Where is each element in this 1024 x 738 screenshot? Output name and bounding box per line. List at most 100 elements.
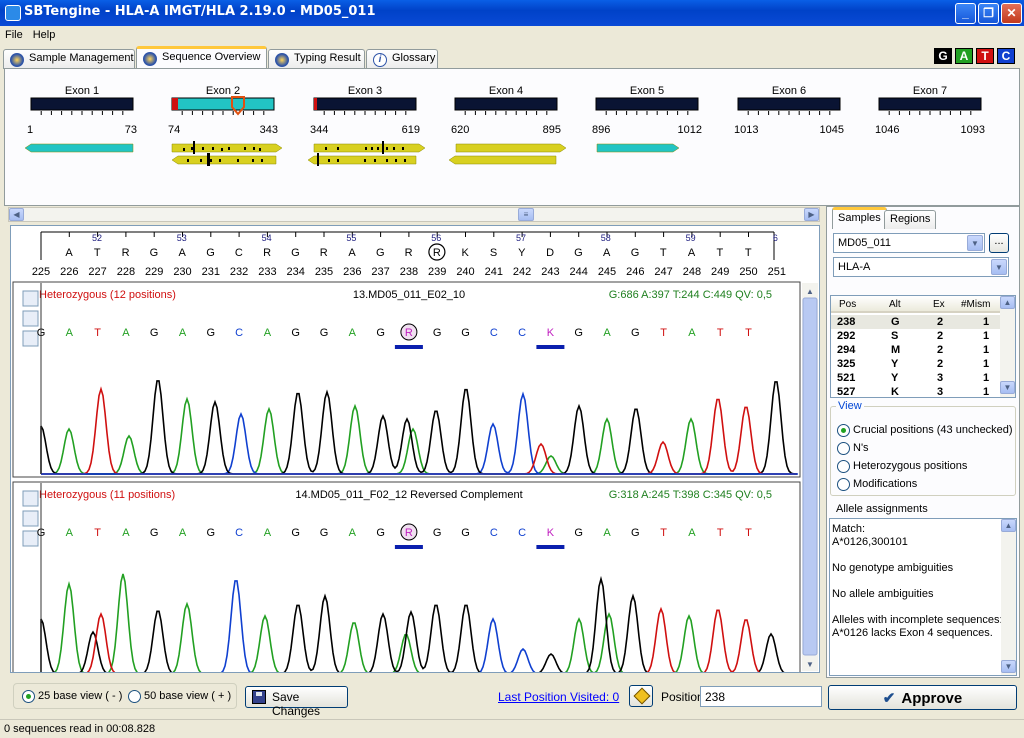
read-arrow[interactable] xyxy=(307,155,417,165)
base-call[interactable]: A xyxy=(66,327,74,339)
read-arrow[interactable] xyxy=(171,143,283,153)
base-call[interactable]: C xyxy=(518,327,526,339)
base-call[interactable]: G xyxy=(207,527,216,539)
consensus-base[interactable]: A xyxy=(348,247,356,259)
radio-ns[interactable] xyxy=(837,442,850,455)
consensus-base[interactable]: Y xyxy=(518,247,526,259)
exon-bar[interactable] xyxy=(313,97,417,111)
scroll-down-icon[interactable]: ▼ xyxy=(806,660,814,669)
base-call[interactable]: G xyxy=(433,527,442,539)
consensus-base[interactable]: G xyxy=(206,247,215,259)
tab-sequence-overview[interactable]: Sequence Overview xyxy=(136,46,267,69)
chromatogram-view[interactable]: 52 53 54 55 56 57 58 59 6 A T R G A G C R G R A G R R K S Y D G A G T A… xyxy=(11,226,819,678)
consensus-base[interactable]: G xyxy=(574,247,583,259)
consensus-base[interactable]: A xyxy=(603,247,611,259)
exon-bar[interactable] xyxy=(737,97,841,111)
scroll-down-button[interactable]: ▼ xyxy=(1000,381,1015,394)
consensus-base[interactable]: T xyxy=(745,247,752,259)
save-changes-button[interactable]: Save Changes xyxy=(245,686,348,718)
base-call[interactable]: A xyxy=(349,527,357,539)
zoom-icon[interactable] xyxy=(22,490,39,507)
base-call[interactable]: A xyxy=(264,327,272,339)
base-call[interactable]: G xyxy=(207,327,216,339)
consensus-base[interactable]: A xyxy=(688,247,696,259)
exon-bar[interactable] xyxy=(30,97,134,111)
consensus-base[interactable]: T xyxy=(660,247,667,259)
minimize-button[interactable]: _ xyxy=(955,3,976,24)
base-call[interactable]: R xyxy=(405,327,413,339)
goto-position-icon[interactable] xyxy=(629,685,653,707)
base-call[interactable]: T xyxy=(745,327,752,339)
consensus-base[interactable]: R xyxy=(122,247,130,259)
consensus-base[interactable]: R xyxy=(320,247,328,259)
base-call[interactable]: R xyxy=(405,527,413,539)
base-call[interactable]: G xyxy=(461,327,470,339)
consensus-base[interactable]: G xyxy=(291,247,300,259)
consensus-base[interactable]: K xyxy=(462,247,470,259)
base-toggle-a[interactable]: A xyxy=(955,48,973,64)
base-call[interactable]: T xyxy=(94,527,101,539)
scroll-left-button[interactable]: ◀ xyxy=(9,208,24,221)
base-call[interactable]: G xyxy=(150,327,159,339)
scroll-up-button[interactable]: ▲ xyxy=(1001,519,1016,532)
tab-regions[interactable]: Regions xyxy=(884,210,937,229)
consensus-base[interactable]: G xyxy=(631,247,640,259)
locus-select[interactable]: HLA-A ▼ xyxy=(833,257,1009,277)
read-arrow[interactable] xyxy=(448,155,557,165)
table-scrollbar[interactable]: ▲ ▼ xyxy=(1000,296,1015,397)
exon-bar[interactable] xyxy=(454,97,558,111)
horizontal-scrollbar[interactable]: ◀ ≡ ▶ xyxy=(8,207,820,222)
base-call[interactable]: A xyxy=(122,527,130,539)
base-call[interactable]: G xyxy=(461,527,470,539)
consensus-base[interactable]: A xyxy=(65,247,73,259)
base-toggle-c[interactable]: C xyxy=(997,48,1015,64)
consensus-base[interactable]: G xyxy=(150,247,159,259)
trace-scroll-thumb[interactable] xyxy=(802,297,818,656)
base-call[interactable]: K xyxy=(547,327,555,339)
exon-map[interactable]: Exon 1 1 73 Exon 2 74 343 Exon 3 344 619 Exon 4 62… xyxy=(5,69,1019,205)
base-call[interactable]: G xyxy=(574,327,583,339)
base-call[interactable]: C xyxy=(518,527,526,539)
base-toggle-g[interactable]: G xyxy=(934,48,952,64)
radio-25-base-view[interactable] xyxy=(22,690,35,703)
zoom-icon[interactable] xyxy=(22,290,39,307)
base-call[interactable]: G xyxy=(320,327,329,339)
base-call[interactable]: A xyxy=(603,327,611,339)
tab-typing-result[interactable]: Typing Result xyxy=(268,49,365,69)
allele-assignments-box[interactable]: Match: A*0126,300101 No genotype ambigui… xyxy=(829,518,1017,676)
exon-bar[interactable] xyxy=(595,97,699,111)
consensus-base[interactable]: G xyxy=(376,247,385,259)
scroll-down-button[interactable]: ▼ xyxy=(1001,660,1016,673)
read-arrow[interactable] xyxy=(596,143,680,153)
base-call[interactable]: G xyxy=(376,327,385,339)
base-call[interactable]: C xyxy=(235,527,243,539)
table-row[interactable]: 294 M 2 1 xyxy=(831,343,1001,357)
consensus-base[interactable]: C xyxy=(235,247,243,259)
position-input[interactable]: 238 xyxy=(700,686,822,707)
radio-modifications[interactable] xyxy=(837,478,850,491)
scroll-right-button[interactable]: ▶ xyxy=(804,208,819,221)
consensus-base[interactable]: R xyxy=(405,247,413,259)
trace-panel[interactable] xyxy=(12,281,801,478)
scroll-up-icon[interactable]: ▲ xyxy=(806,287,814,296)
scroll-up-button[interactable]: ▲ xyxy=(1000,296,1015,309)
base-call[interactable]: G xyxy=(320,527,329,539)
base-call[interactable]: A xyxy=(179,327,187,339)
check-icon[interactable] xyxy=(22,310,39,327)
base-call[interactable]: A xyxy=(349,327,357,339)
last-position-link[interactable]: Last Position Visited: 0 xyxy=(498,690,619,704)
consensus-base[interactable]: R xyxy=(433,247,441,259)
base-toggle-t[interactable]: T xyxy=(976,48,994,64)
base-call[interactable]: T xyxy=(94,327,101,339)
browse-button[interactable]: ... xyxy=(989,233,1009,253)
base-call[interactable]: C xyxy=(490,327,498,339)
tab-glossary[interactable]: i Glossary xyxy=(366,49,438,69)
radio-50-base-view[interactable] xyxy=(128,690,141,703)
base-call[interactable]: G xyxy=(291,327,300,339)
tab-sample-management[interactable]: Sample Management xyxy=(3,49,135,69)
read-arrow[interactable] xyxy=(455,143,567,153)
base-call[interactable]: A xyxy=(603,527,611,539)
radio-crucial-positions[interactable] xyxy=(837,424,850,437)
base-call[interactable]: G xyxy=(574,527,583,539)
consensus-base[interactable]: T xyxy=(94,247,101,259)
